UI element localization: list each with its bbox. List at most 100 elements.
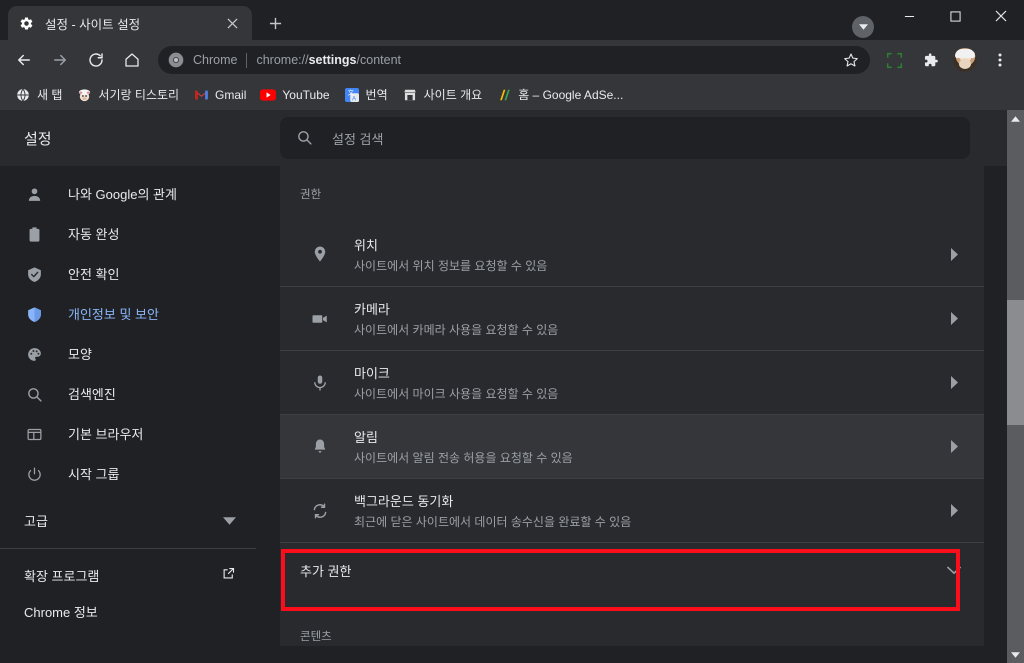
sidebar-item-label: 안전 확인 (68, 266, 120, 282)
bookmark-item[interactable]: 홈 – Google AdSe... (489, 83, 630, 107)
omnibox-chip-label: Chrome (193, 53, 238, 67)
sidebar-item-label: 자동 완성 (68, 226, 120, 242)
sidebar-item-about-chrome[interactable]: Chrome 정보 (0, 593, 256, 629)
additional-permissions-row[interactable]: 추가 권한 (280, 542, 984, 598)
scroll-up-arrow-icon[interactable] (1007, 110, 1024, 127)
chevron-down-icon (944, 561, 964, 581)
tab-strip: 설정 - 사이트 설정 (0, 0, 1024, 40)
profile-avatar[interactable] (953, 48, 977, 72)
sidebar-item-extensions[interactable]: 확장 프로그램 (0, 557, 256, 593)
bookmark-label: 홈 – Google AdSe... (518, 88, 624, 102)
sidebar-item-autofill[interactable]: 자동 완성 (0, 214, 244, 254)
card-gap (280, 598, 984, 612)
camera-icon (310, 309, 330, 329)
chevron-right-icon (944, 373, 964, 393)
puzzle-icon[interactable] (915, 45, 945, 75)
sync-icon (310, 501, 330, 521)
search-icon (24, 384, 44, 404)
permission-subtitle: 최근에 닫은 사이트에서 데이터 송수신을 완료할 수 있음 (354, 515, 632, 529)
browser-icon (24, 424, 44, 444)
power-icon (24, 464, 44, 484)
bookmark-item[interactable]: YouTube (253, 83, 336, 107)
chevron-right-icon (944, 244, 964, 264)
permission-subtitle: 사이트에서 위치 정보를 요청할 수 있음 (354, 258, 548, 273)
search-placeholder: 설정 검색 (332, 131, 384, 147)
sidebar-extensions-label: 확장 프로그램 (24, 568, 100, 584)
url-prefix: chrome:// (256, 53, 309, 67)
sidebar-about-label: Chrome 정보 (24, 604, 98, 620)
browser-tab[interactable]: 설정 - 사이트 설정 (8, 6, 252, 40)
permission-text: 백그라운드 동기화 최근에 닫은 사이트에서 데이터 송수신을 완료할 수 있음 (354, 491, 944, 530)
sidebar-item-label: 나와 Google의 관계 (68, 186, 177, 202)
store-icon (402, 87, 418, 103)
permission-text: 위치 사이트에서 위치 정보를 요청할 수 있음 (354, 235, 944, 274)
cow-avatar-icon (76, 87, 92, 103)
permissions-card: 권한 위치 사이트에서 위치 정보를 요청할 수 있음 카메라 사이트에서 카메… (280, 166, 984, 646)
settings-header: 설정 설정 검색 (0, 110, 1007, 166)
bookmark-label: Gmail (215, 88, 247, 102)
forward-icon[interactable] (45, 45, 75, 75)
sidebar-item-google[interactable]: 나와 Google의 관계 (0, 174, 244, 214)
bookmark-item[interactable]: 文 A 번역 (337, 83, 395, 107)
sidebar-item-safety-check[interactable]: 안전 확인 (0, 254, 244, 294)
search-input[interactable]: 설정 검색 (280, 117, 970, 159)
youtube-icon (260, 87, 277, 103)
bookmark-label: 새 탭 (37, 88, 63, 102)
tab-search-button[interactable] (852, 16, 874, 38)
sidebar-item-label: 모양 (68, 346, 92, 362)
clipboard-icon (24, 224, 44, 244)
scroll-down-arrow-icon[interactable] (1007, 646, 1024, 663)
sidebar-item-search-engine[interactable]: 검색엔진 (0, 374, 244, 414)
address-bar[interactable]: Chrome chrome://settings/content (158, 46, 870, 74)
permission-row-location[interactable]: 위치 사이트에서 위치 정보를 요청할 수 있음 (280, 222, 984, 286)
permission-row-camera[interactable]: 카메라 사이트에서 카메라 사용을 요청할 수 있음 (280, 286, 984, 350)
settings-content: 권한 위치 사이트에서 위치 정보를 요청할 수 있음 카메라 사이트에서 카메… (256, 166, 1007, 663)
chevron-right-icon (944, 309, 964, 329)
shield-check-icon (24, 264, 44, 284)
chrome-menu-icon[interactable] (985, 45, 1015, 75)
tab-title: 설정 - 사이트 설정 (45, 17, 141, 32)
page-title: 설정 (24, 130, 52, 148)
sidebar-item-default-browser[interactable]: 기본 브라우저 (0, 414, 244, 454)
minimize-button[interactable] (886, 0, 932, 32)
back-icon[interactable] (9, 45, 39, 75)
bookmark-star-icon[interactable] (838, 47, 864, 73)
omnibox-divider (246, 52, 248, 68)
permission-text: 카메라 사이트에서 카메라 사용을 요청할 수 있음 (354, 299, 944, 338)
person-icon (24, 184, 44, 204)
permission-row-background-sync[interactable]: 백그라운드 동기화 최근에 닫은 사이트에서 데이터 송수신을 완료할 수 있음 (280, 478, 984, 542)
external-link-icon (221, 566, 236, 584)
sidebar-item-advanced[interactable]: 고급 (0, 500, 256, 540)
settings-page: 설정 설정 검색 나와 Google의 관계 자동 완성 안전 확인 개인정보 … (0, 110, 1024, 663)
location-pin-icon (310, 244, 330, 264)
bookmark-item[interactable]: 사이트 개요 (395, 83, 490, 107)
chevron-right-icon (944, 437, 964, 457)
sidebar-item-label: 시작 그룹 (68, 466, 120, 482)
sidebar-item-appearance[interactable]: 모양 (0, 334, 244, 374)
scrollbar-thumb[interactable] (1007, 300, 1024, 425)
omnibox-url: chrome://settings/content (256, 53, 838, 67)
reload-icon[interactable] (81, 45, 111, 75)
close-window-button[interactable] (978, 0, 1024, 32)
sidebar-divider (0, 548, 256, 549)
new-tab-button[interactable] (261, 9, 289, 37)
bookmark-item[interactable]: Gmail (186, 83, 253, 107)
sidebar-item-startup[interactable]: 시작 그룹 (0, 454, 244, 494)
page-scrollbar[interactable] (1007, 110, 1024, 663)
sidebar-item-privacy-security[interactable]: 개인정보 및 보안 (0, 294, 244, 334)
permissions-section-label: 권한 (300, 189, 322, 201)
tab-close-icon[interactable] (222, 13, 242, 33)
permission-title: 백그라운드 동기화 (354, 494, 454, 509)
bookmark-item[interactable]: 새 탭 (8, 83, 69, 107)
capture-icon[interactable] (879, 45, 909, 75)
maximize-button[interactable] (932, 0, 978, 32)
permission-subtitle: 사이트에서 카메라 사용을 요청할 수 있음 (354, 323, 559, 337)
permission-row-microphone[interactable]: 마이크 사이트에서 마이크 사용을 요청할 수 있음 (280, 350, 984, 414)
home-icon[interactable] (117, 45, 147, 75)
palette-icon (24, 344, 44, 364)
permission-row-notifications[interactable]: 알림 사이트에서 알림 전송 허용을 요청할 수 있음 (280, 414, 984, 478)
permission-text: 알림 사이트에서 알림 전송 허용을 요청할 수 있음 (354, 427, 944, 466)
bookmark-item[interactable]: 서기랑 티스토리 (69, 83, 186, 107)
sidebar-item-label: 검색엔진 (68, 386, 116, 402)
bookmark-label: 번역 (365, 88, 388, 102)
